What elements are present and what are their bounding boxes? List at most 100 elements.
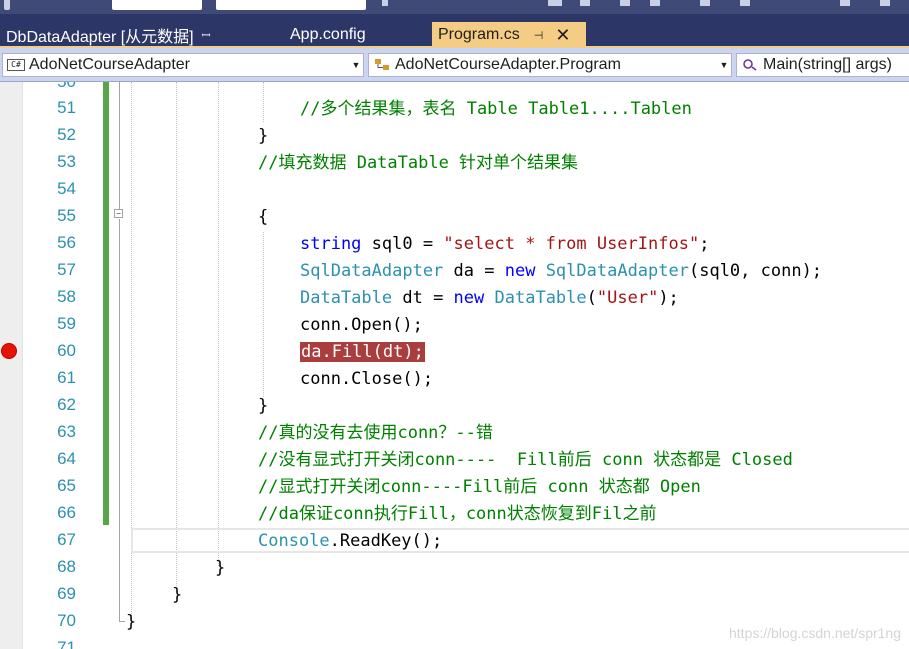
keyword: new — [504, 261, 536, 281]
navigation-bar: C# AdoNetCourseAdapter ▼ AdoNetCourseAda… — [0, 48, 909, 82]
toolbar-tool-icon[interactable] — [548, 0, 562, 6]
toolbar-tool-icon[interactable] — [620, 0, 630, 6]
line-number: 52 — [57, 125, 76, 144]
toolbar-tool-icon[interactable] — [580, 0, 590, 6]
outline-line — [119, 82, 120, 209]
code-line-70[interactable]: } — [126, 611, 136, 633]
code-line-68[interactable]: } — [215, 557, 225, 579]
indicator-margin[interactable] — [0, 82, 23, 649]
code-line-58[interactable]: DataTable dt = new DataTable("User"); — [300, 287, 679, 309]
line-number: 56 — [57, 233, 76, 252]
code-line-65[interactable]: //显式打开关闭conn----Fill前后 conn 状态都 Open — [258, 476, 701, 498]
pin-icon[interactable]: ⊣ — [534, 29, 544, 42]
code-line-51[interactable]: //多个结果集，表名 Table Table1....Tablen — [300, 98, 692, 120]
csharp-project-icon: C# — [7, 59, 25, 71]
type-name: DataTable — [300, 288, 393, 308]
code-line-64[interactable]: //没有显式打开关闭conn---- Fill前后 conn 状态都是 Clos… — [258, 449, 793, 471]
chevron-down-icon[interactable]: ▼ — [717, 60, 731, 70]
code-line-56[interactable]: string sql0 = "select * from UserInfos"; — [300, 233, 709, 255]
code-editor[interactable]: 50 51 52 53 54 55 56 57 58 59 60 61 62 6… — [0, 82, 909, 649]
brace: { — [258, 207, 269, 227]
keyword: string — [300, 234, 362, 254]
outline-line — [119, 621, 125, 622]
line-number: 50 — [30, 82, 76, 92]
code-line-63[interactable]: //真的没有去使用conn？--错 — [258, 422, 493, 444]
indent-guide — [176, 82, 177, 592]
line-number: 61 — [57, 368, 76, 387]
line-number: 67 — [57, 530, 76, 549]
toolbar-tool-icon[interactable] — [840, 0, 850, 6]
brace: } — [258, 126, 269, 146]
line-number: 68 — [57, 557, 76, 576]
member-dropdown[interactable]: Main(string[] args) — [736, 53, 909, 77]
pin-icon[interactable]: ꟷ — [202, 28, 211, 43]
code-line-66[interactable]: //da保证conn执行Fill，conn状态恢复到Fil之前 — [258, 503, 656, 525]
code-line-69[interactable]: } — [172, 584, 182, 606]
tab-label: Program.cs — [438, 26, 520, 43]
class-dropdown-value: AdoNetCourseAdapter.Program — [395, 56, 621, 73]
line-number: 53 — [57, 152, 76, 171]
brace: } — [258, 396, 269, 416]
toolbar-tool-icon[interactable] — [650, 0, 660, 6]
toolbar-back-icon[interactable] — [4, 0, 10, 10]
method-icon — [741, 58, 759, 72]
brace: } — [126, 612, 137, 632]
string-literal: "select * from UserInfos" — [443, 234, 700, 254]
breakpoint-statement: da.Fill(dt); — [300, 342, 425, 362]
comment: //没有显式打开关闭conn---- Fill前后 conn 状态都是 Clos… — [258, 450, 793, 470]
code-line-60[interactable]: da.Fill(dt); — [300, 341, 425, 363]
close-icon[interactable]: ✕ — [555, 25, 570, 46]
comment: //显式打开关闭conn----Fill前后 conn 状态都 Open — [258, 477, 701, 497]
collapse-icon[interactable]: − — [114, 209, 123, 218]
line-number: 64 — [57, 449, 76, 468]
code-text: da = — [443, 261, 505, 281]
toolbar-tool-icon[interactable] — [700, 0, 710, 6]
indent-guide — [218, 82, 219, 566]
line-number: 60 — [57, 341, 76, 360]
line-number: 57 — [57, 260, 76, 279]
code-line-61[interactable]: conn.Close(); — [300, 368, 433, 390]
member-dropdown-value: Main(string[] args) — [763, 56, 892, 73]
comment: //真的没有去使用conn？--错 — [258, 423, 493, 443]
project-dropdown[interactable]: C# AdoNetCourseAdapter ▼ — [2, 53, 364, 77]
tab-label: DbDataAdapter [从元数据] — [6, 29, 194, 46]
toolbar-tool-icon[interactable] — [740, 0, 750, 6]
brace: } — [215, 558, 226, 578]
toolbar-tool-icon[interactable] — [880, 0, 890, 6]
type-name: DataTable — [494, 288, 587, 308]
toolbar-platform-combo[interactable] — [216, 0, 366, 10]
code-text: (sql0, conn); — [688, 261, 823, 281]
current-line-highlight — [131, 528, 909, 553]
tab-app-config[interactable]: App.config — [284, 22, 394, 48]
code-line-62[interactable]: } — [258, 395, 268, 417]
toolbar-strip — [0, 0, 909, 14]
code-text: sql0 = — [361, 234, 444, 254]
breakpoint-icon[interactable] — [1, 343, 17, 359]
toolbar-start-icon[interactable] — [382, 0, 388, 6]
tab-dbdataadapter[interactable]: DbDataAdapter [从元数据] ꟷ — [0, 22, 230, 48]
line-number: 54 — [57, 179, 76, 198]
chevron-down-icon[interactable]: ▼ — [349, 60, 363, 70]
outline-line — [119, 219, 120, 622]
code-text: dt = — [392, 288, 454, 308]
toolbar-config-combo[interactable] — [112, 0, 202, 10]
brace: } — [172, 585, 183, 605]
tab-program-cs[interactable]: Program.cs ⊣ ✕ — [432, 22, 586, 48]
tab-label: App.config — [290, 26, 366, 43]
code-line-53[interactable]: //填充数据 DataTable 针对单个结果集 — [258, 152, 578, 174]
type-name: Console — [258, 531, 330, 551]
code-text: conn.Open(); — [300, 315, 423, 335]
line-number: 59 — [57, 314, 76, 333]
code-line-55[interactable]: { — [258, 206, 268, 228]
class-dropdown[interactable]: AdoNetCourseAdapter.Program ▼ — [368, 53, 732, 77]
indent-guide — [263, 82, 264, 122]
indent-guide — [263, 232, 264, 397]
class-icon — [373, 58, 391, 72]
code-line-59[interactable]: conn.Open(); — [300, 314, 423, 336]
line-number: 69 — [57, 584, 76, 603]
code-line-52[interactable]: } — [258, 125, 268, 147]
document-tab-strip: DbDataAdapter [从元数据] ꟷ App.config Progra… — [0, 14, 909, 48]
code-line-67[interactable]: Console.ReadKey(); — [258, 530, 442, 552]
code-line-57[interactable]: SqlDataAdapter da = new SqlDataAdapter(s… — [300, 260, 822, 282]
